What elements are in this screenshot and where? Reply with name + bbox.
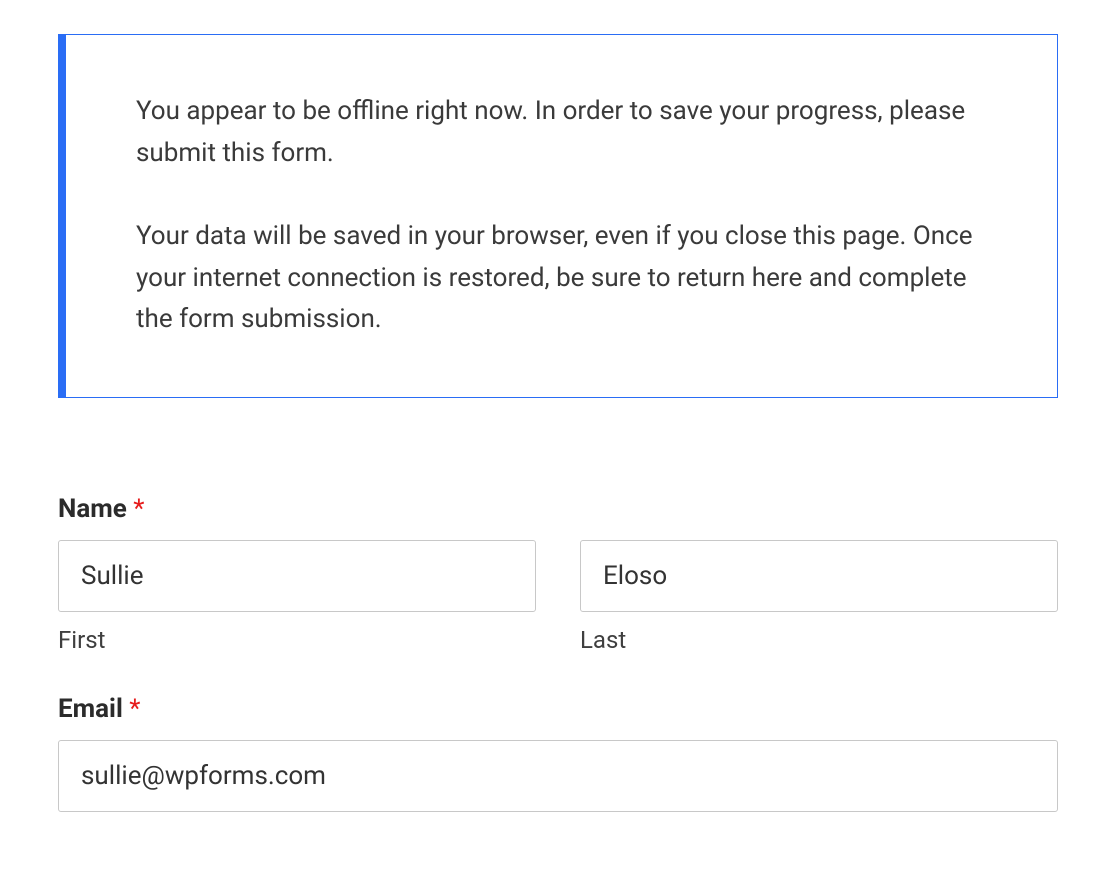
last-name-col: Last [580, 540, 1058, 654]
required-mark: * [129, 694, 140, 724]
first-name-sublabel: First [58, 626, 536, 654]
name-field-group: Name * First Last [58, 494, 1058, 654]
name-label-text: Name [58, 494, 127, 524]
name-row: First Last [58, 540, 1058, 654]
last-name-sublabel: Last [580, 626, 1058, 654]
last-name-input[interactable] [580, 540, 1058, 612]
required-mark: * [133, 494, 144, 524]
first-name-col: First [58, 540, 536, 654]
email-input[interactable] [58, 740, 1058, 812]
first-name-input[interactable] [58, 540, 536, 612]
email-field-group: Email * [58, 694, 1058, 812]
name-label: Name * [58, 494, 1058, 524]
email-label-text: Email [58, 694, 123, 724]
offline-notice-line-2: Your data will be saved in your browser,… [136, 216, 987, 341]
offline-notice: You appear to be offline right now. In o… [58, 34, 1058, 398]
email-label: Email * [58, 694, 1058, 724]
offline-notice-line-1: You appear to be offline right now. In o… [136, 91, 987, 174]
